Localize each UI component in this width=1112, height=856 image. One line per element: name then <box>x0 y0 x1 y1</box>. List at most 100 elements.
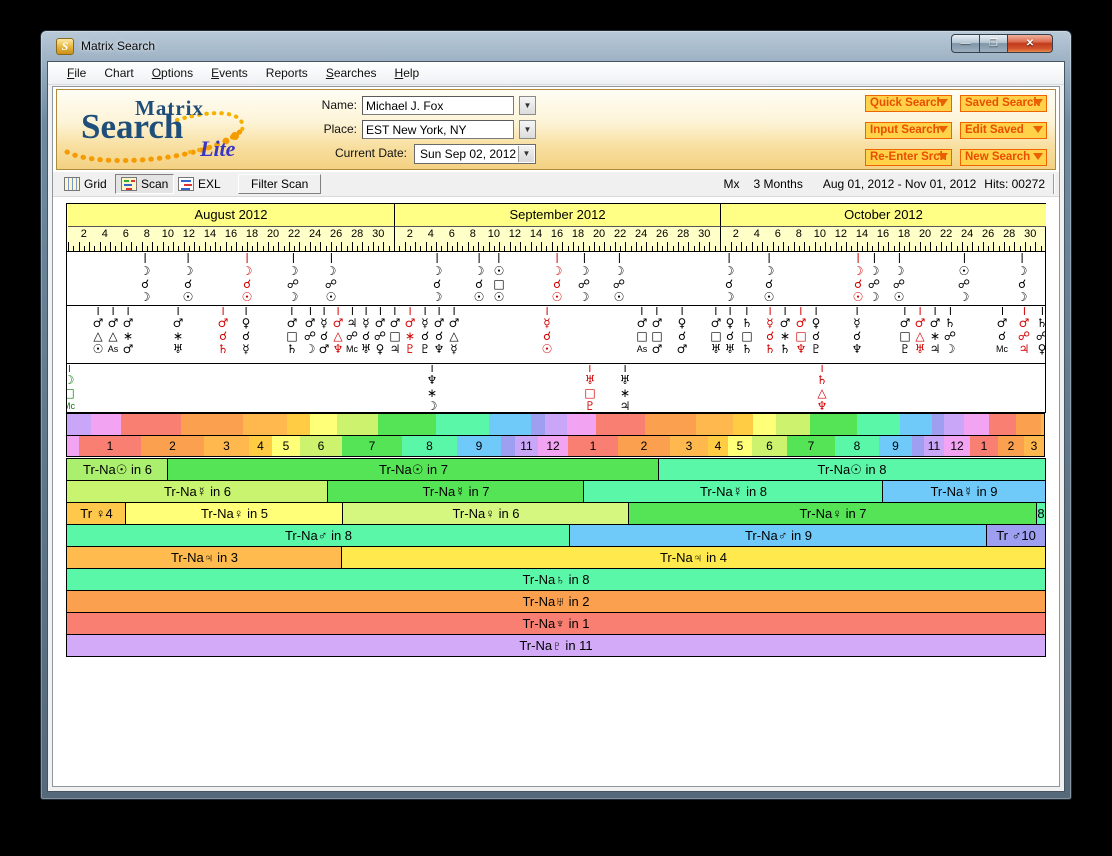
sign-band-cell[interactable] <box>337 413 379 436</box>
outer-event-stack[interactable]: ♅□♇ <box>584 365 595 413</box>
moon-event-stack[interactable]: ☽☌☉ <box>853 253 864 304</box>
menu-item-reports[interactable]: Reports <box>257 64 317 82</box>
house-band-cell[interactable]: 1 <box>568 435 619 457</box>
mars-transit-cell[interactable]: Tr-Na♂ in 8 <box>66 524 571 547</box>
title-bar[interactable]: S Matrix Search — ❐ ✕ <box>41 31 1071 61</box>
house-band-cell[interactable]: 8 <box>835 435 880 457</box>
aspect-event-stack[interactable]: ♂□As <box>636 307 647 356</box>
uranus-transit-cell[interactable]: Tr-Na♅ in 2 <box>66 590 1046 613</box>
aspect-event-stack[interactable]: ♂∗♄ <box>780 307 791 356</box>
sign-band-cell[interactable] <box>944 413 965 436</box>
house-band-cell[interactable] <box>501 435 516 457</box>
sign-band-cell[interactable] <box>121 413 182 436</box>
venus-transit-cell[interactable]: 8 <box>1036 502 1046 525</box>
house-band-cell[interactable]: 2 <box>141 435 205 457</box>
sign-band-cell[interactable] <box>696 413 734 436</box>
aspect-event-stack[interactable]: ♂△♆ <box>333 307 344 356</box>
moon-event-stack[interactable]: ☽☌☉ <box>764 253 775 304</box>
aspect-event-stack[interactable]: ♄□♄ <box>741 307 752 356</box>
venus-transit-cell[interactable]: Tr-Na♀ in 7 <box>628 502 1038 525</box>
moon-event-stack[interactable]: ☽☌☉ <box>183 253 194 304</box>
aspect-event-stack[interactable]: ☿☌♄ <box>765 307 776 356</box>
house-band-cell[interactable]: 11 <box>924 435 945 457</box>
moon-event-stack[interactable]: ☉☍☽ <box>958 253 970 304</box>
aspect-event-stack[interactable]: ♀☌♇ <box>811 307 822 356</box>
saved-search-button[interactable]: Saved Search <box>960 95 1047 112</box>
aspect-event-stack[interactable]: ♂☌♆ <box>434 307 445 356</box>
house-band-cell[interactable]: 6 <box>300 435 343 457</box>
pluto-transit-cell[interactable]: Tr-Na♇ in 11 <box>66 634 1046 657</box>
re-enter-srch-button[interactable]: Re-Enter Srch <box>865 149 952 166</box>
house-band-cell[interactable]: 3 <box>670 435 709 457</box>
aspect-event-stack[interactable]: ♃☍Mc <box>346 307 358 356</box>
aspect-event-stack[interactable]: ♂□♂ <box>651 307 662 356</box>
sign-band-cell[interactable] <box>378 413 437 436</box>
mercury-transit-cell[interactable]: Tr-Na☿ in 6 <box>66 480 329 503</box>
aspect-event-stack[interactable]: ♀☌♅ <box>725 307 736 356</box>
moon-event-stack[interactable]: ☽☌☽ <box>724 253 735 304</box>
maximize-button[interactable]: ❐ <box>980 34 1008 53</box>
mars-transit-cell[interactable]: Tr-Na♂ in 9 <box>569 524 988 547</box>
sign-band-cell[interactable] <box>287 413 311 436</box>
sign-band-cell[interactable] <box>857 413 901 436</box>
aspect-event-stack[interactable]: ♂□♄ <box>286 307 297 356</box>
sign-band-cell[interactable] <box>531 413 546 436</box>
house-band-cell[interactable]: 7 <box>342 435 403 457</box>
menu-item-help[interactable]: Help <box>386 64 429 82</box>
sign-band-cell[interactable] <box>66 413 92 436</box>
sign-band-cell[interactable] <box>989 413 1017 436</box>
sun-transit-cell[interactable]: Tr-Na☉ in 6 <box>66 458 169 481</box>
aspect-event-stack[interactable]: ♄☍♀ <box>1036 307 1046 356</box>
mercury-transit-cell[interactable]: Tr-Na☿ in 8 <box>583 480 884 503</box>
outer-event-stack[interactable]: ☽□Mc <box>66 365 75 413</box>
house-band-cell[interactable]: 1 <box>79 435 142 457</box>
aspect-event-stack[interactable]: ♂△♅ <box>915 307 926 356</box>
sign-band-cell[interactable] <box>810 413 858 436</box>
sign-band-cell[interactable] <box>645 413 697 436</box>
menu-item-chart[interactable]: Chart <box>95 64 142 82</box>
aspect-event-stack[interactable]: ☿☌♂ <box>319 307 330 356</box>
house-band-cell[interactable]: 4 <box>708 435 729 457</box>
outer-event-stack[interactable]: ♆∗☽ <box>427 365 438 413</box>
house-band-cell[interactable]: 5 <box>272 435 301 457</box>
aspect-event-stack[interactable]: ♂□♇ <box>899 307 910 356</box>
sign-band-cell[interactable] <box>753 413 777 436</box>
close-button[interactable]: ✕ <box>1008 34 1053 53</box>
mercury-transit-cell[interactable]: Tr-Na☿ in 7 <box>327 480 585 503</box>
sign-band-cell[interactable] <box>545 413 568 436</box>
new-search-button[interactable]: New Search <box>960 149 1047 166</box>
house-band-cell[interactable]: 11 <box>515 435 539 457</box>
house-band-cell[interactable]: 6 <box>752 435 788 457</box>
house-band-cell[interactable]: 7 <box>787 435 836 457</box>
sign-band-cell[interactable] <box>436 413 490 436</box>
aspect-event-stack[interactable]: ☿☌♇ <box>420 307 431 356</box>
mars-transit-cell[interactable]: Tr ♂10 <box>986 524 1046 547</box>
grid-button[interactable]: Grid <box>59 174 112 194</box>
moon-event-stack[interactable]: ☽☍☽ <box>287 253 299 304</box>
month-header[interactable]: September 2012 <box>394 204 720 227</box>
aspect-event-stack[interactable]: ♂☍♃ <box>1018 307 1030 356</box>
house-band-cell[interactable]: 12 <box>538 435 569 457</box>
aspect-event-stack[interactable]: ☿☌♆ <box>852 307 863 356</box>
house-band-cell[interactable]: 2 <box>618 435 671 457</box>
month-header[interactable]: October 2012 <box>720 204 1046 227</box>
name-input[interactable] <box>362 96 514 115</box>
moon-event-stack[interactable]: ☽☌☽ <box>432 253 443 304</box>
saturn-transit-cell[interactable]: Tr-Na♄ in 8 <box>66 568 1046 591</box>
sign-band-cell[interactable] <box>596 413 646 436</box>
moon-event-stack[interactable]: ☽☌☉ <box>552 253 563 304</box>
jupiter-transit-cell[interactable]: Tr-Na♃ in 4 <box>341 546 1046 569</box>
outer-event-stack[interactable]: ♅∗♃ <box>620 365 631 413</box>
sign-band-cell[interactable] <box>243 413 288 436</box>
aspect-event-stack[interactable]: ♂☍♀ <box>374 307 386 356</box>
sign-band-cell[interactable] <box>1041 413 1045 436</box>
sign-band-cell[interactable] <box>567 413 597 436</box>
moon-event-stack[interactable]: ☉□☉ <box>493 253 504 304</box>
exl-button[interactable]: EXL <box>173 174 226 194</box>
house-band-cell[interactable]: 9 <box>457 435 502 457</box>
moon-event-stack[interactable]: ☽☌☉ <box>242 253 253 304</box>
aspect-event-stack[interactable]: ♀☌☿ <box>242 307 251 356</box>
menu-item-events[interactable]: Events <box>202 64 257 82</box>
aspect-event-stack[interactable]: ♂☌Mc <box>996 307 1008 356</box>
sun-transit-cell[interactable]: Tr-Na☉ in 7 <box>167 458 660 481</box>
